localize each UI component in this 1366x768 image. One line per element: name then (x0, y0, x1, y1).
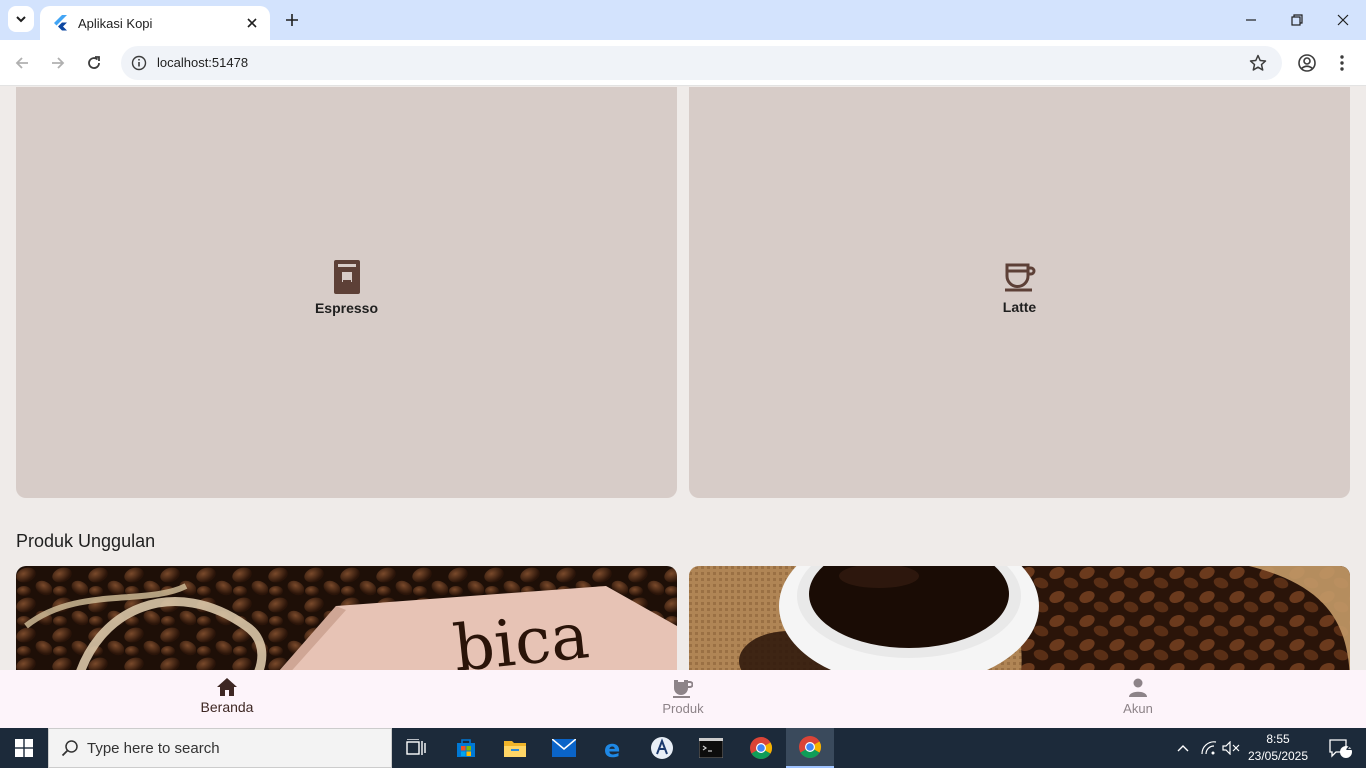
product-card-coffee-cup[interactable] (689, 566, 1350, 670)
new-tab-button[interactable] (280, 8, 304, 32)
chrome-icon (799, 736, 821, 758)
back-button[interactable] (9, 50, 35, 76)
coffee-cup-icon (1004, 263, 1035, 291)
close-icon (1337, 14, 1349, 26)
nav-item-akun[interactable]: Akun (1078, 678, 1198, 716)
chevron-down-icon (16, 16, 26, 23)
arrow-left-icon (15, 57, 28, 69)
app-icon (651, 737, 673, 759)
plus-icon (286, 14, 298, 26)
browser-titlebar: Aplikasi Kopi (0, 0, 1366, 40)
profile-button[interactable] (1294, 50, 1320, 76)
taskbar-edge[interactable]: e (590, 728, 638, 768)
section-title: Produk Unggulan (16, 531, 156, 551)
espresso-machine-icon (333, 259, 360, 294)
edge-icon: e (604, 736, 620, 760)
task-view-button[interactable] (392, 728, 440, 768)
nav-item-produk[interactable]: Produk (623, 678, 743, 716)
home-icon (217, 678, 237, 696)
taskbar-app-a[interactable] (638, 728, 686, 768)
bottom-navigation: Beranda Produk Akun (0, 670, 1366, 728)
app-content: Espresso Latte Produk Unggulan bica (0, 87, 1366, 670)
folder-icon (504, 741, 526, 757)
search-placeholder: Type here to search (87, 739, 220, 757)
address-bar[interactable]: localhost:51478 (121, 46, 1282, 80)
coffee-cup-icon (673, 680, 693, 698)
restore-icon (1291, 14, 1303, 26)
windows-logo-icon (15, 739, 33, 757)
taskbar-mail[interactable] (540, 728, 588, 768)
nav-label: Beranda (200, 699, 254, 715)
tab-search-button[interactable] (8, 6, 34, 32)
bookmark-star-icon[interactable] (1248, 53, 1268, 73)
chrome-icon (750, 737, 772, 759)
volume-muted-icon (1222, 741, 1240, 755)
action-center-button[interactable]: 2 (1320, 728, 1360, 768)
browser-tab[interactable]: Aplikasi Kopi (40, 6, 270, 40)
windows-taskbar: Type here to search e 8:55 23/05/2025 2 (0, 728, 1366, 768)
close-tab-icon[interactable] (242, 13, 262, 33)
show-hidden-icons[interactable] (1172, 728, 1194, 768)
taskbar-chrome-active[interactable] (786, 728, 834, 768)
flutter-icon (54, 15, 67, 31)
arabica-beans-image: bica (16, 566, 677, 670)
taskbar-clock[interactable]: 8:55 23/05/2025 (1242, 731, 1314, 765)
coffee-cup-image (689, 566, 1350, 670)
arrow-right-icon (52, 57, 65, 69)
browser-toolbar: localhost:51478 (0, 40, 1366, 86)
close-window-button[interactable] (1320, 0, 1366, 40)
product-card-arabica[interactable]: bica (16, 566, 677, 670)
category-label: Latte (1002, 298, 1037, 315)
info-icon[interactable] (129, 53, 149, 73)
nav-label: Akun (1123, 701, 1153, 716)
search-icon (61, 740, 78, 757)
more-vert-icon (1340, 55, 1344, 71)
network-status[interactable] (1198, 728, 1220, 768)
taskbar-store[interactable] (442, 728, 490, 768)
minimize-button[interactable] (1228, 0, 1274, 40)
minimize-icon (1246, 19, 1256, 21)
chevron-up-icon (1177, 745, 1189, 752)
url-text: localhost:51478 (157, 55, 249, 70)
taskbar-terminal[interactable] (687, 728, 735, 768)
terminal-icon (699, 738, 723, 758)
nav-label: Produk (662, 701, 704, 716)
category-label: Espresso (314, 299, 379, 316)
category-card-latte[interactable]: Latte (689, 87, 1350, 498)
start-button[interactable] (0, 728, 48, 768)
clock-time: 8:55 (1266, 732, 1290, 746)
category-card-espresso[interactable]: Espresso (16, 87, 677, 498)
mail-icon (552, 739, 576, 757)
tab-title: Aplikasi Kopi (78, 15, 153, 31)
volume-control[interactable] (1220, 728, 1242, 768)
clock-date: 23/05/2025 (1247, 749, 1309, 763)
account-circle-icon (1298, 54, 1316, 72)
taskbar-search-input[interactable]: Type here to search (48, 728, 392, 768)
reload-button[interactable] (81, 50, 107, 76)
person-icon (1129, 678, 1147, 697)
taskbar-chrome[interactable] (737, 728, 785, 768)
taskbar-file-explorer[interactable] (491, 728, 539, 768)
reload-icon (88, 56, 100, 69)
notification-count: 2 (1346, 741, 1353, 753)
menu-button[interactable] (1329, 50, 1355, 76)
network-icon (1201, 741, 1217, 755)
nav-item-beranda[interactable]: Beranda (167, 678, 287, 715)
task-view-icon (406, 739, 426, 755)
store-icon (457, 739, 475, 757)
forward-button[interactable] (45, 50, 71, 76)
svg-text:e: e (604, 736, 620, 760)
restore-button[interactable] (1274, 0, 1320, 40)
